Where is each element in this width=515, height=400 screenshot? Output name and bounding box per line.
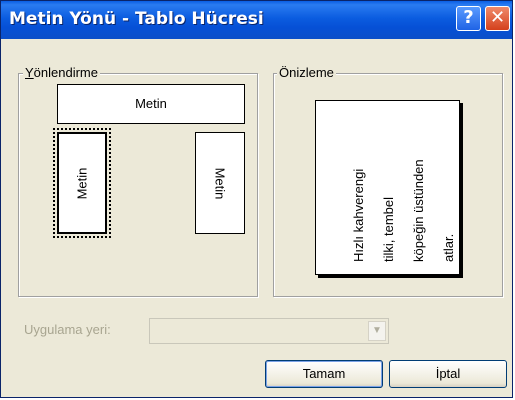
chevron-down-icon[interactable]: ▼ — [368, 321, 386, 341]
preview-sample-text: Hızlı kahverengi tilki, tembel köpeğin ü… — [344, 112, 459, 262]
title-bar[interactable]: Metin Yönü - Tablo Hücresi ? ✕ — [1, 1, 512, 39]
preview-line: atlar. — [441, 233, 456, 262]
dialog-window: Metin Yönü - Tablo Hücresi ? ✕ Yönlendir… — [0, 0, 513, 398]
help-button[interactable]: ? — [456, 6, 481, 31]
orientation-option-label: Metin — [212, 167, 228, 199]
preview-cell: Hızlı kahverengi tilki, tembel köpeğin ü… — [315, 100, 460, 275]
preview-line: Hızlı kahverengi — [351, 168, 366, 262]
preview-group-label: Önizleme — [277, 65, 336, 80]
orientation-option-horizontal[interactable]: Metin — [57, 84, 245, 124]
help-icon: ? — [463, 7, 474, 28]
close-icon: ✕ — [489, 7, 506, 28]
window-title: Metin Yönü - Tablo Hücresi — [9, 9, 264, 29]
orientation-group-label: Yönlendirme — [23, 65, 100, 80]
apply-to-label: Uygulama yeri: — [24, 322, 111, 337]
cancel-button[interactable]: İptal — [389, 360, 507, 388]
preview-group: Önizleme Hızlı kahverengi tilki, tembel … — [273, 65, 503, 297]
orientation-option-label: Metin — [135, 96, 167, 111]
orientation-group: Yönlendirme Metin Metin Metin — [18, 65, 258, 297]
orientation-option-vertical-down[interactable]: Metin — [195, 132, 245, 234]
close-button[interactable]: ✕ — [485, 6, 510, 31]
ok-button[interactable]: Tamam — [265, 360, 383, 388]
preview-line: tilki, tembel — [381, 196, 396, 262]
preview-line: köpeğin üstünden — [411, 159, 426, 262]
orientation-option-vertical-up[interactable]: Metin — [53, 128, 111, 238]
apply-to-select[interactable]: ▼ — [149, 318, 389, 344]
orientation-option-label: Metin — [74, 167, 90, 199]
